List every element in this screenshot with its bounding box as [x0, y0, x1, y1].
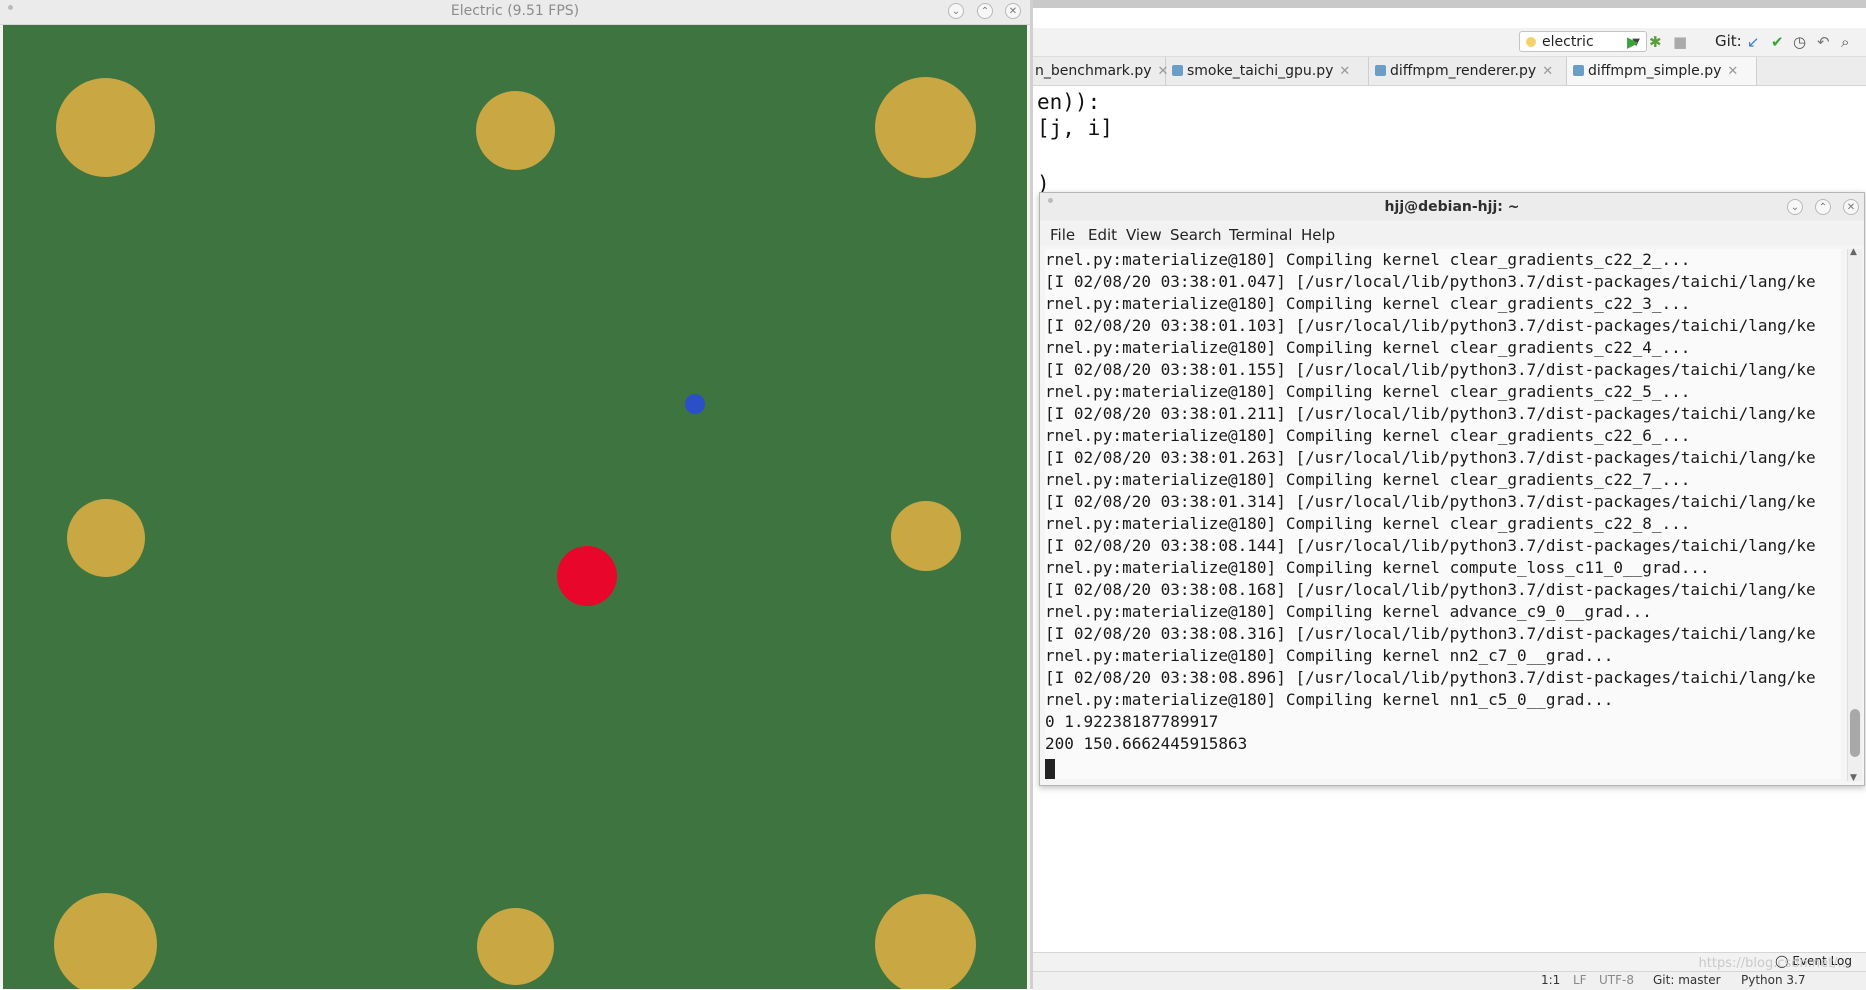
- particle-dot: [557, 546, 617, 606]
- terminal-line: 0 1.92238187789917: [1045, 712, 1219, 731]
- file-encoding[interactable]: UTF-8: [1599, 973, 1634, 987]
- terminal-line: 200 150.6662445915863: [1045, 734, 1248, 753]
- electric-window: Electric (9.51 FPS) ⌄ ⌃ ✕: [0, 0, 1030, 989]
- debug-icon[interactable]: ✱: [1649, 33, 1662, 51]
- git-label: Git:: [1715, 32, 1742, 50]
- run-icon[interactable]: ▶: [1627, 33, 1639, 51]
- charge-circle: [56, 78, 155, 177]
- close-icon[interactable]: ✕: [1339, 64, 1350, 79]
- menu-file[interactable]: File: [1050, 226, 1075, 244]
- line-ending[interactable]: LF: [1573, 973, 1587, 987]
- goal-dot: [685, 394, 705, 414]
- menu-edit[interactable]: Edit: [1088, 226, 1117, 244]
- menu-help[interactable]: Help: [1301, 226, 1335, 244]
- terminal-window: hjj@debian-hjj: ~ ⌄ ⌃ ✕ File Edit View S…: [1039, 192, 1865, 786]
- electric-titlebar[interactable]: Electric (9.51 FPS) ⌄ ⌃ ✕: [0, 0, 1030, 25]
- run-configuration-label: electric: [1542, 34, 1594, 50]
- terminal-line: [I 02/08/20 03:38:01.155] [/usr/local/li…: [1045, 360, 1816, 379]
- search-icon[interactable]: ⌕: [1841, 33, 1849, 51]
- maximize-icon[interactable]: ⌃: [977, 3, 993, 19]
- tab-diffmpm-simple[interactable]: diffmpm_simple.py ✕: [1567, 57, 1757, 85]
- python-file-icon: [1573, 65, 1584, 76]
- git-branch[interactable]: Git: master: [1653, 973, 1721, 987]
- editor-tabs: n_benchmark.py ✕ smoke_taichi_gpu.py ✕ dif…: [1033, 57, 1866, 86]
- terminal-line: [I 02/08/20 03:38:08.896] [/usr/local/li…: [1045, 668, 1816, 687]
- status-bar: 1:1 LF UTF-8 Git: master Python 3.7: [1033, 971, 1866, 990]
- ide-toolbar: electric ▼ ▶ ✱ ■ Git: ↙ ✔ ◷ ↶ ⌕: [1033, 28, 1866, 57]
- close-icon[interactable]: ✕: [1843, 199, 1859, 215]
- scroll-up-icon[interactable]: ▲: [1850, 247, 1857, 257]
- terminal-menubar: File Edit View Search Terminal Help: [1040, 222, 1864, 246]
- terminal-line: [I 02/08/20 03:38:08.168] [/usr/local/li…: [1045, 580, 1816, 599]
- terminal-line: [I 02/08/20 03:38:01.047] [/usr/local/li…: [1045, 272, 1816, 291]
- git-commit-icon[interactable]: ✔: [1771, 33, 1784, 51]
- tab-smoke-taichi-gpu[interactable]: smoke_taichi_gpu.py ✕: [1166, 57, 1369, 85]
- charge-circle: [477, 908, 554, 985]
- maximize-icon[interactable]: ⌃: [1815, 199, 1831, 215]
- menu-view[interactable]: View: [1126, 226, 1162, 244]
- tab-label: diffmpm_simple.py: [1588, 63, 1722, 79]
- git-update-icon[interactable]: ↙: [1747, 33, 1760, 51]
- git-history-icon[interactable]: ◷: [1793, 33, 1806, 51]
- caret-position[interactable]: 1:1: [1541, 973, 1560, 987]
- terminal-line: rnel.py:materialize@180] Compiling kerne…: [1045, 382, 1691, 401]
- tab-label: n_benchmark.py: [1035, 63, 1152, 79]
- charge-circle: [875, 894, 976, 989]
- terminal-line: rnel.py:materialize@180] Compiling kerne…: [1045, 602, 1652, 621]
- menu-terminal[interactable]: Terminal: [1229, 226, 1292, 244]
- python-file-icon: [1375, 65, 1386, 76]
- charge-circle: [54, 893, 157, 989]
- code-line: en)):: [1037, 90, 1101, 114]
- python-file-icon: [1526, 37, 1536, 47]
- terminal-line: [I 02/08/20 03:38:01.103] [/usr/local/li…: [1045, 316, 1816, 335]
- tab-label: smoke_taichi_gpu.py: [1187, 63, 1334, 79]
- terminal-scrollbar[interactable]: ▲ ▼: [1847, 247, 1862, 783]
- python-file-icon: [1172, 65, 1183, 76]
- tab-benchmark[interactable]: n_benchmark.py ✕: [1033, 57, 1168, 85]
- tab-diffmpm-renderer[interactable]: diffmpm_renderer.py ✕: [1369, 57, 1567, 85]
- terminal-line: rnel.py:materialize@180] Compiling kerne…: [1045, 514, 1691, 533]
- terminal-line: rnel.py:materialize@180] Compiling kerne…: [1045, 294, 1691, 313]
- python-interpreter[interactable]: Python 3.7: [1741, 973, 1806, 987]
- git-rollback-icon[interactable]: ↶: [1817, 33, 1830, 51]
- charge-circle: [875, 77, 976, 178]
- close-icon[interactable]: ✕: [1005, 3, 1021, 19]
- watermark: https://blog.csdn.net/...: [1698, 956, 1850, 971]
- terminal-line: [I 02/08/20 03:38:08.144] [/usr/local/li…: [1045, 536, 1816, 555]
- terminal-line: [I 02/08/20 03:38:01.263] [/usr/local/li…: [1045, 448, 1816, 467]
- terminal-line: rnel.py:materialize@180] Compiling kerne…: [1045, 646, 1614, 665]
- terminal-output[interactable]: rnel.py:materialize@180] Compiling kerne…: [1045, 249, 1841, 779]
- terminal-line: [I 02/08/20 03:38:08.316] [/usr/local/li…: [1045, 624, 1816, 643]
- terminal-line: rnel.py:materialize@180] Compiling kerne…: [1045, 558, 1710, 577]
- ide-window-frame: [1033, 0, 1866, 8]
- minimize-icon[interactable]: ⌄: [948, 3, 964, 19]
- minimize-icon[interactable]: ⌄: [1787, 199, 1803, 215]
- window-title: hjj@debian-hjj: ~: [1384, 199, 1520, 215]
- terminal-line: rnel.py:materialize@180] Compiling kerne…: [1045, 470, 1691, 489]
- close-icon[interactable]: ✕: [1542, 64, 1553, 79]
- charge-circle: [891, 501, 961, 571]
- simulation-canvas[interactable]: [3, 25, 1027, 989]
- code-line: [j, i]: [1037, 116, 1113, 140]
- charge-circle: [67, 499, 145, 577]
- scroll-down-icon[interactable]: ▼: [1850, 773, 1857, 783]
- terminal-cursor: [1045, 759, 1055, 779]
- terminal-line: [I 02/08/20 03:38:01.314] [/usr/local/li…: [1045, 492, 1816, 511]
- terminal-titlebar[interactable]: hjj@debian-hjj: ~ ⌄ ⌃ ✕: [1040, 193, 1864, 221]
- terminal-line: rnel.py:materialize@180] Compiling kerne…: [1045, 250, 1691, 269]
- window-title: Electric (9.51 FPS): [450, 3, 580, 19]
- terminal-line: rnel.py:materialize@180] Compiling kerne…: [1045, 338, 1691, 357]
- terminal-line: [I 02/08/20 03:38:01.211] [/usr/local/li…: [1045, 404, 1816, 423]
- terminal-line: rnel.py:materialize@180] Compiling kerne…: [1045, 426, 1691, 445]
- close-icon[interactable]: ✕: [1727, 64, 1738, 79]
- scrollbar-thumb[interactable]: [1850, 709, 1860, 757]
- tab-label: diffmpm_renderer.py: [1390, 63, 1537, 79]
- terminal-line: rnel.py:materialize@180] Compiling kerne…: [1045, 690, 1614, 709]
- charge-circle: [476, 91, 555, 170]
- stop-icon[interactable]: ■: [1673, 33, 1687, 51]
- menu-search[interactable]: Search: [1170, 226, 1222, 244]
